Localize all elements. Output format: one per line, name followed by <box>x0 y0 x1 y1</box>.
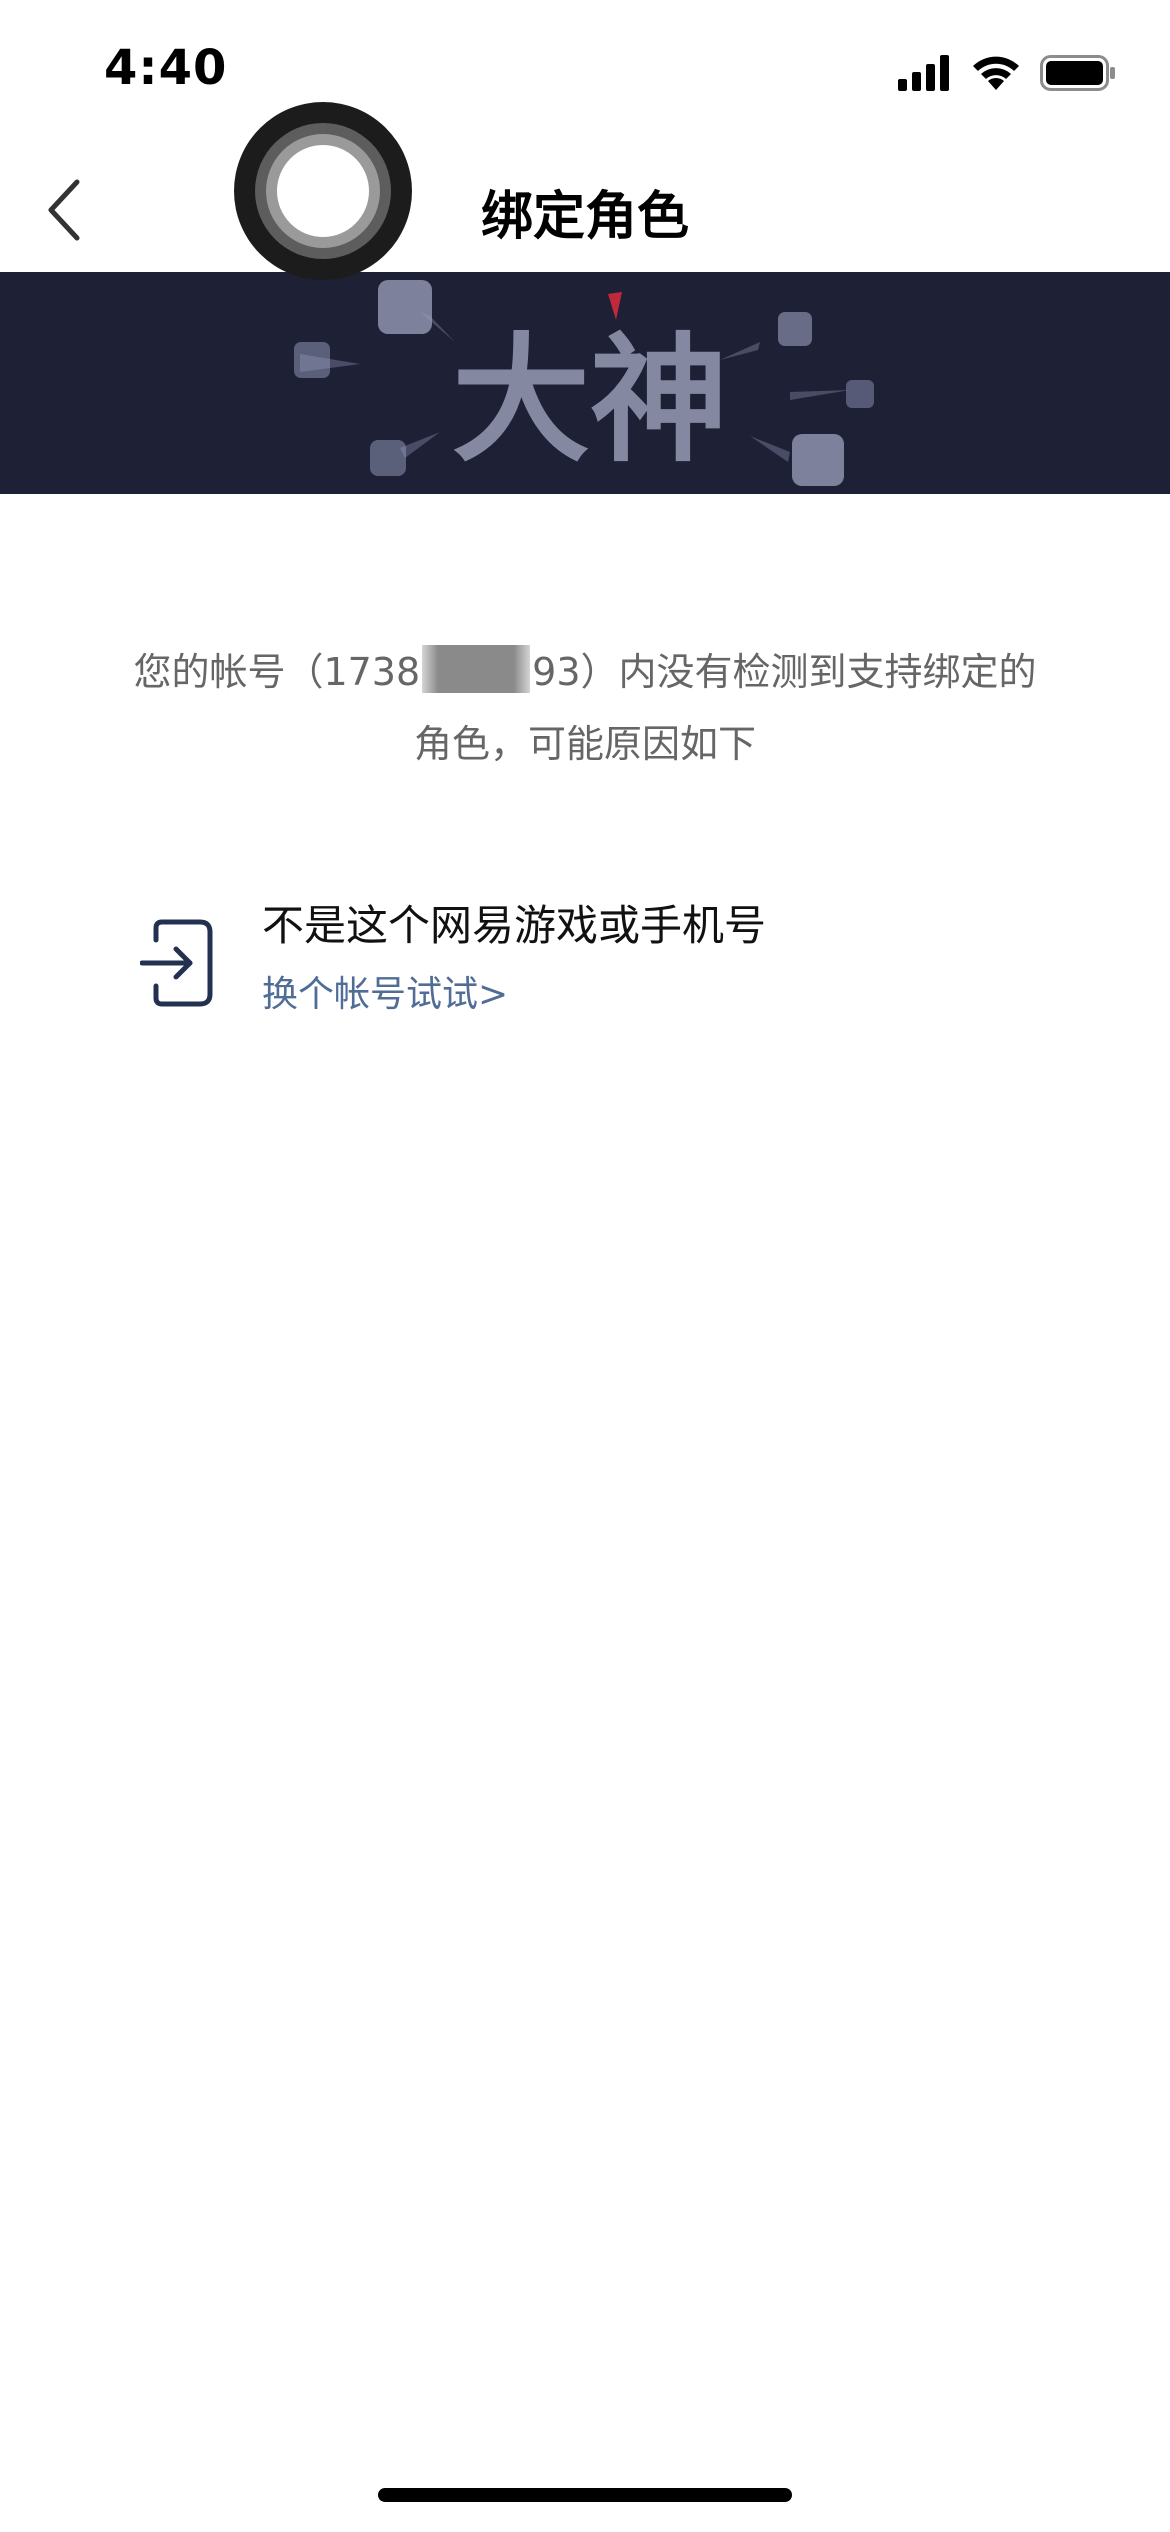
page-title: 绑定角色 <box>480 187 689 247</box>
sign-in-icon <box>140 919 213 1007</box>
reason-title: 不是这个网易游戏或手机号 <box>262 901 767 950</box>
masked-account-digits <box>422 645 531 693</box>
wifi-icon <box>973 56 1019 90</box>
banner-logo-text: 大神 <box>452 320 728 481</box>
banner: 大神 <box>0 272 1170 494</box>
assistive-touch-button[interactable] <box>234 102 412 280</box>
status-bar: 4:40 <box>0 0 1170 150</box>
status-time: 4:40 <box>104 40 228 96</box>
message-prefix: 您的帐号（1738 <box>133 650 421 694</box>
dashen-logo: 大神 <box>294 280 874 486</box>
message-line2: 角色，可能原因如下 <box>413 722 756 766</box>
status-icons <box>898 54 1116 92</box>
no-role-message: 您的帐号（1738 93）内没有检测到支持绑定的 角色，可能原因如下 <box>90 636 1080 780</box>
message-suffix: 93）内没有检测到支持绑定的 <box>532 650 1037 694</box>
nav-bar: 绑定角色 <box>0 150 1170 272</box>
home-indicator[interactable] <box>378 2488 792 2502</box>
cellular-signal-icon <box>898 55 949 91</box>
reason-item: 不是这个网易游戏或手机号 换个帐号试试> <box>140 890 1040 1040</box>
battery-icon <box>1040 55 1115 91</box>
switch-account-link[interactable]: 换个帐号试试> <box>262 962 508 1028</box>
